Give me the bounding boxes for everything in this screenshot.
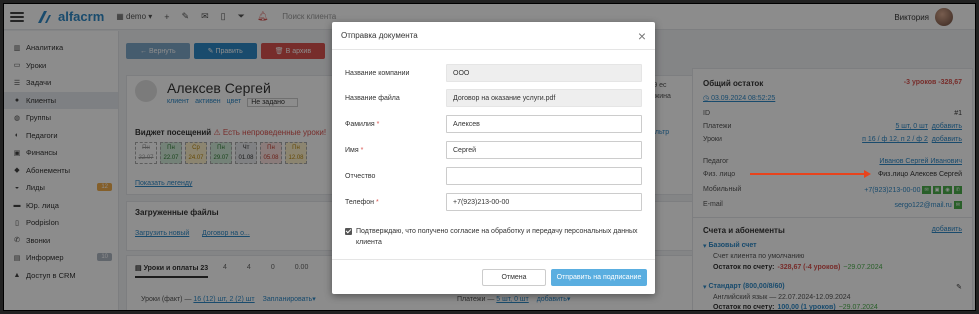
app-window: alfacrm ▦ demo ▾ + ✎ ✉ ▯ ⏷ 🔔︎ Поиск клие… xyxy=(3,3,976,311)
required-marker: * xyxy=(374,120,380,128)
modal-title: Отправка документа xyxy=(341,31,418,40)
consent-text: Подтверждаю, что получено согласие на об… xyxy=(356,228,638,246)
field-input: Договор на оказание услуги.pdf xyxy=(446,89,642,107)
field-input[interactable]: +7(923)213-00-00 xyxy=(446,193,642,211)
field-label-text: Отчество xyxy=(345,172,376,180)
close-icon[interactable]: × xyxy=(638,29,646,43)
form-row: Название компании ООО xyxy=(345,64,642,82)
field-label: Название файла xyxy=(345,95,446,102)
field-label-text: Название файла xyxy=(345,94,400,102)
field-label-text: Имя xyxy=(345,146,359,154)
annotation-arrow xyxy=(750,170,871,178)
field-input[interactable] xyxy=(446,167,642,185)
send-for-signing-button[interactable]: Отправить на подписание xyxy=(551,269,647,286)
field-label: Телефон * xyxy=(345,199,446,206)
form-row: Фамилия * Алексев xyxy=(345,115,642,133)
field-label-text: Телефон xyxy=(345,198,375,206)
consent-checkbox[interactable] xyxy=(345,228,352,235)
send-document-modal: Отправка документа × Название компании ОО… xyxy=(332,22,655,294)
field-label-text: Название компании xyxy=(345,69,410,77)
form-row: Имя * Сергей xyxy=(345,141,642,159)
consent-row[interactable]: Подтверждаю, что получено согласие на об… xyxy=(345,226,642,248)
cancel-button[interactable]: Отмена xyxy=(482,269,546,286)
field-input: ООО xyxy=(446,64,642,82)
modal-header: Отправка документа × xyxy=(332,22,655,50)
required-marker: * xyxy=(374,198,379,206)
field-label: Название компании xyxy=(345,70,446,77)
form-row: Телефон * +7(923)213-00-00 xyxy=(345,193,642,211)
field-label-text: Фамилия xyxy=(345,120,375,128)
field-label: Имя * xyxy=(345,147,446,154)
form-row: Отчество xyxy=(345,167,642,185)
field-label: Отчество xyxy=(345,173,446,180)
modal-footer: Отмена Отправить на подписание xyxy=(332,259,655,294)
field-input[interactable]: Алексев xyxy=(446,115,642,133)
form-row: Название файла Договор на оказание услуги… xyxy=(345,89,642,107)
field-label: Фамилия * xyxy=(345,121,446,128)
required-marker: * xyxy=(358,146,364,154)
field-input[interactable]: Сергей xyxy=(446,141,642,159)
